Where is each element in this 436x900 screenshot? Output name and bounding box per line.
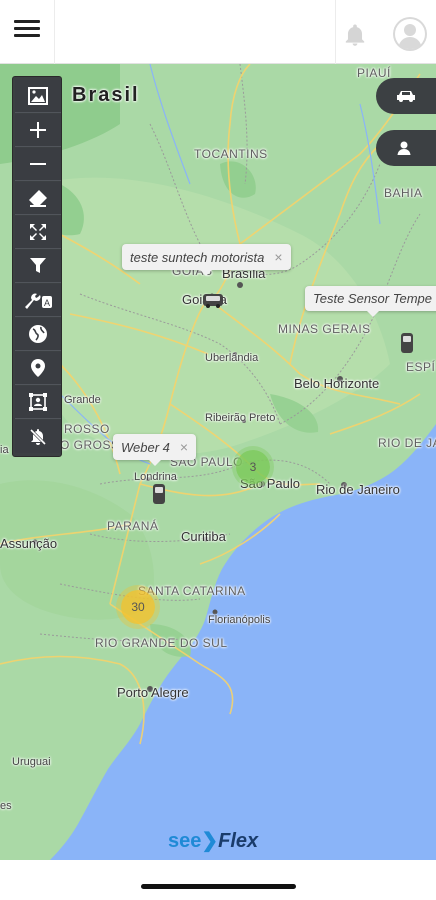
state-label: ROSSO bbox=[64, 422, 110, 436]
arrow-icon: ❯ bbox=[201, 830, 219, 852]
cluster-count: 30 bbox=[131, 600, 145, 614]
city-label: Grande bbox=[64, 394, 101, 406]
map-view[interactable]: Brasil PIAUÍ TOCANTINS BAHIA GOIÁS MINAS… bbox=[0, 64, 436, 860]
eraser-icon[interactable] bbox=[15, 182, 61, 215]
state-label: TOCANTINS bbox=[194, 147, 268, 161]
vehicles-button[interactable] bbox=[376, 78, 436, 114]
popup-label: teste suntech motorista bbox=[130, 249, 265, 265]
close-icon[interactable]: × bbox=[180, 439, 188, 455]
country-label: Brasil bbox=[72, 84, 140, 106]
map-toolbar: A bbox=[12, 76, 62, 457]
select-area-icon[interactable] bbox=[15, 386, 61, 419]
vehicle-popup[interactable]: Teste Sensor Tempe bbox=[305, 286, 436, 317]
filter-icon[interactable] bbox=[15, 250, 61, 283]
car-icon bbox=[397, 91, 415, 102]
close-icon[interactable]: × bbox=[274, 249, 282, 265]
brand-flex: Flex bbox=[218, 830, 259, 852]
state-label: PIAUÍ bbox=[357, 66, 391, 80]
state-label: PARANÁ bbox=[107, 519, 159, 533]
vehicle-marker-icon[interactable] bbox=[152, 483, 166, 505]
seeflex-logo: see❯Flex bbox=[168, 828, 258, 853]
vehicle-popup[interactable]: teste suntech motorista × bbox=[122, 244, 291, 276]
vehicle-marker-icon[interactable] bbox=[201, 290, 225, 310]
city-label: Ribeirão Preto bbox=[205, 412, 276, 424]
drivers-button[interactable] bbox=[376, 130, 436, 166]
home-indicator bbox=[141, 884, 296, 889]
state-label: MINAS GERAIS bbox=[278, 322, 371, 336]
globe-icon[interactable] bbox=[15, 318, 61, 351]
tools-icon[interactable]: A bbox=[15, 284, 61, 317]
notifications-off-icon[interactable] bbox=[15, 420, 61, 453]
city-label: Uberlândia bbox=[205, 352, 259, 364]
vehicle-cluster[interactable]: 30 bbox=[121, 590, 155, 624]
popup-label: Teste Sensor Tempe bbox=[313, 291, 432, 306]
city-label: Uruguai bbox=[12, 756, 51, 768]
state-label: BAHIA bbox=[384, 186, 423, 200]
city-label: Londrina bbox=[134, 471, 177, 483]
state-label: RIO GRANDE DO SUL bbox=[95, 636, 228, 650]
hamburger-menu-icon[interactable] bbox=[14, 20, 40, 44]
fullscreen-icon[interactable] bbox=[15, 216, 61, 249]
divider bbox=[335, 0, 336, 64]
state-label: ESPÍ bbox=[406, 360, 436, 374]
location-pin-icon[interactable] bbox=[15, 352, 61, 385]
user-avatar-icon[interactable] bbox=[392, 16, 428, 52]
svg-text:A: A bbox=[44, 298, 50, 308]
city-label: Assunção bbox=[0, 536, 58, 551]
state-label: SANTA CATARINA bbox=[138, 584, 246, 598]
brand-see: see bbox=[168, 830, 202, 852]
zoom-out-icon[interactable] bbox=[15, 148, 61, 181]
divider bbox=[54, 0, 55, 64]
vehicle-popup[interactable]: Weber 4 × bbox=[113, 434, 197, 466]
city-label: Belo Horizonte bbox=[294, 376, 380, 391]
city-label: es bbox=[0, 800, 12, 812]
city-label: Curitiba bbox=[181, 529, 226, 544]
app-screen: Brasil PIAUÍ TOCANTINS BAHIA GOIÁS MINAS… bbox=[0, 0, 436, 900]
city-label: ia bbox=[0, 444, 9, 456]
top-bar bbox=[0, 0, 436, 64]
vehicle-marker-icon[interactable] bbox=[400, 332, 414, 354]
state-label: RIO DE JANEIRO bbox=[378, 436, 436, 450]
city-label: Florianópolis bbox=[208, 614, 271, 626]
person-icon bbox=[397, 141, 411, 155]
vehicle-cluster[interactable]: 3 bbox=[236, 450, 270, 484]
image-layer-icon[interactable] bbox=[15, 80, 61, 113]
city-label: Rio de Janeiro bbox=[316, 482, 400, 497]
bell-icon[interactable] bbox=[342, 22, 368, 48]
cluster-count: 3 bbox=[249, 460, 257, 474]
zoom-in-icon[interactable] bbox=[15, 114, 61, 147]
city-label: Porto Alegre bbox=[117, 685, 189, 700]
popup-label: Weber 4 bbox=[121, 439, 170, 455]
